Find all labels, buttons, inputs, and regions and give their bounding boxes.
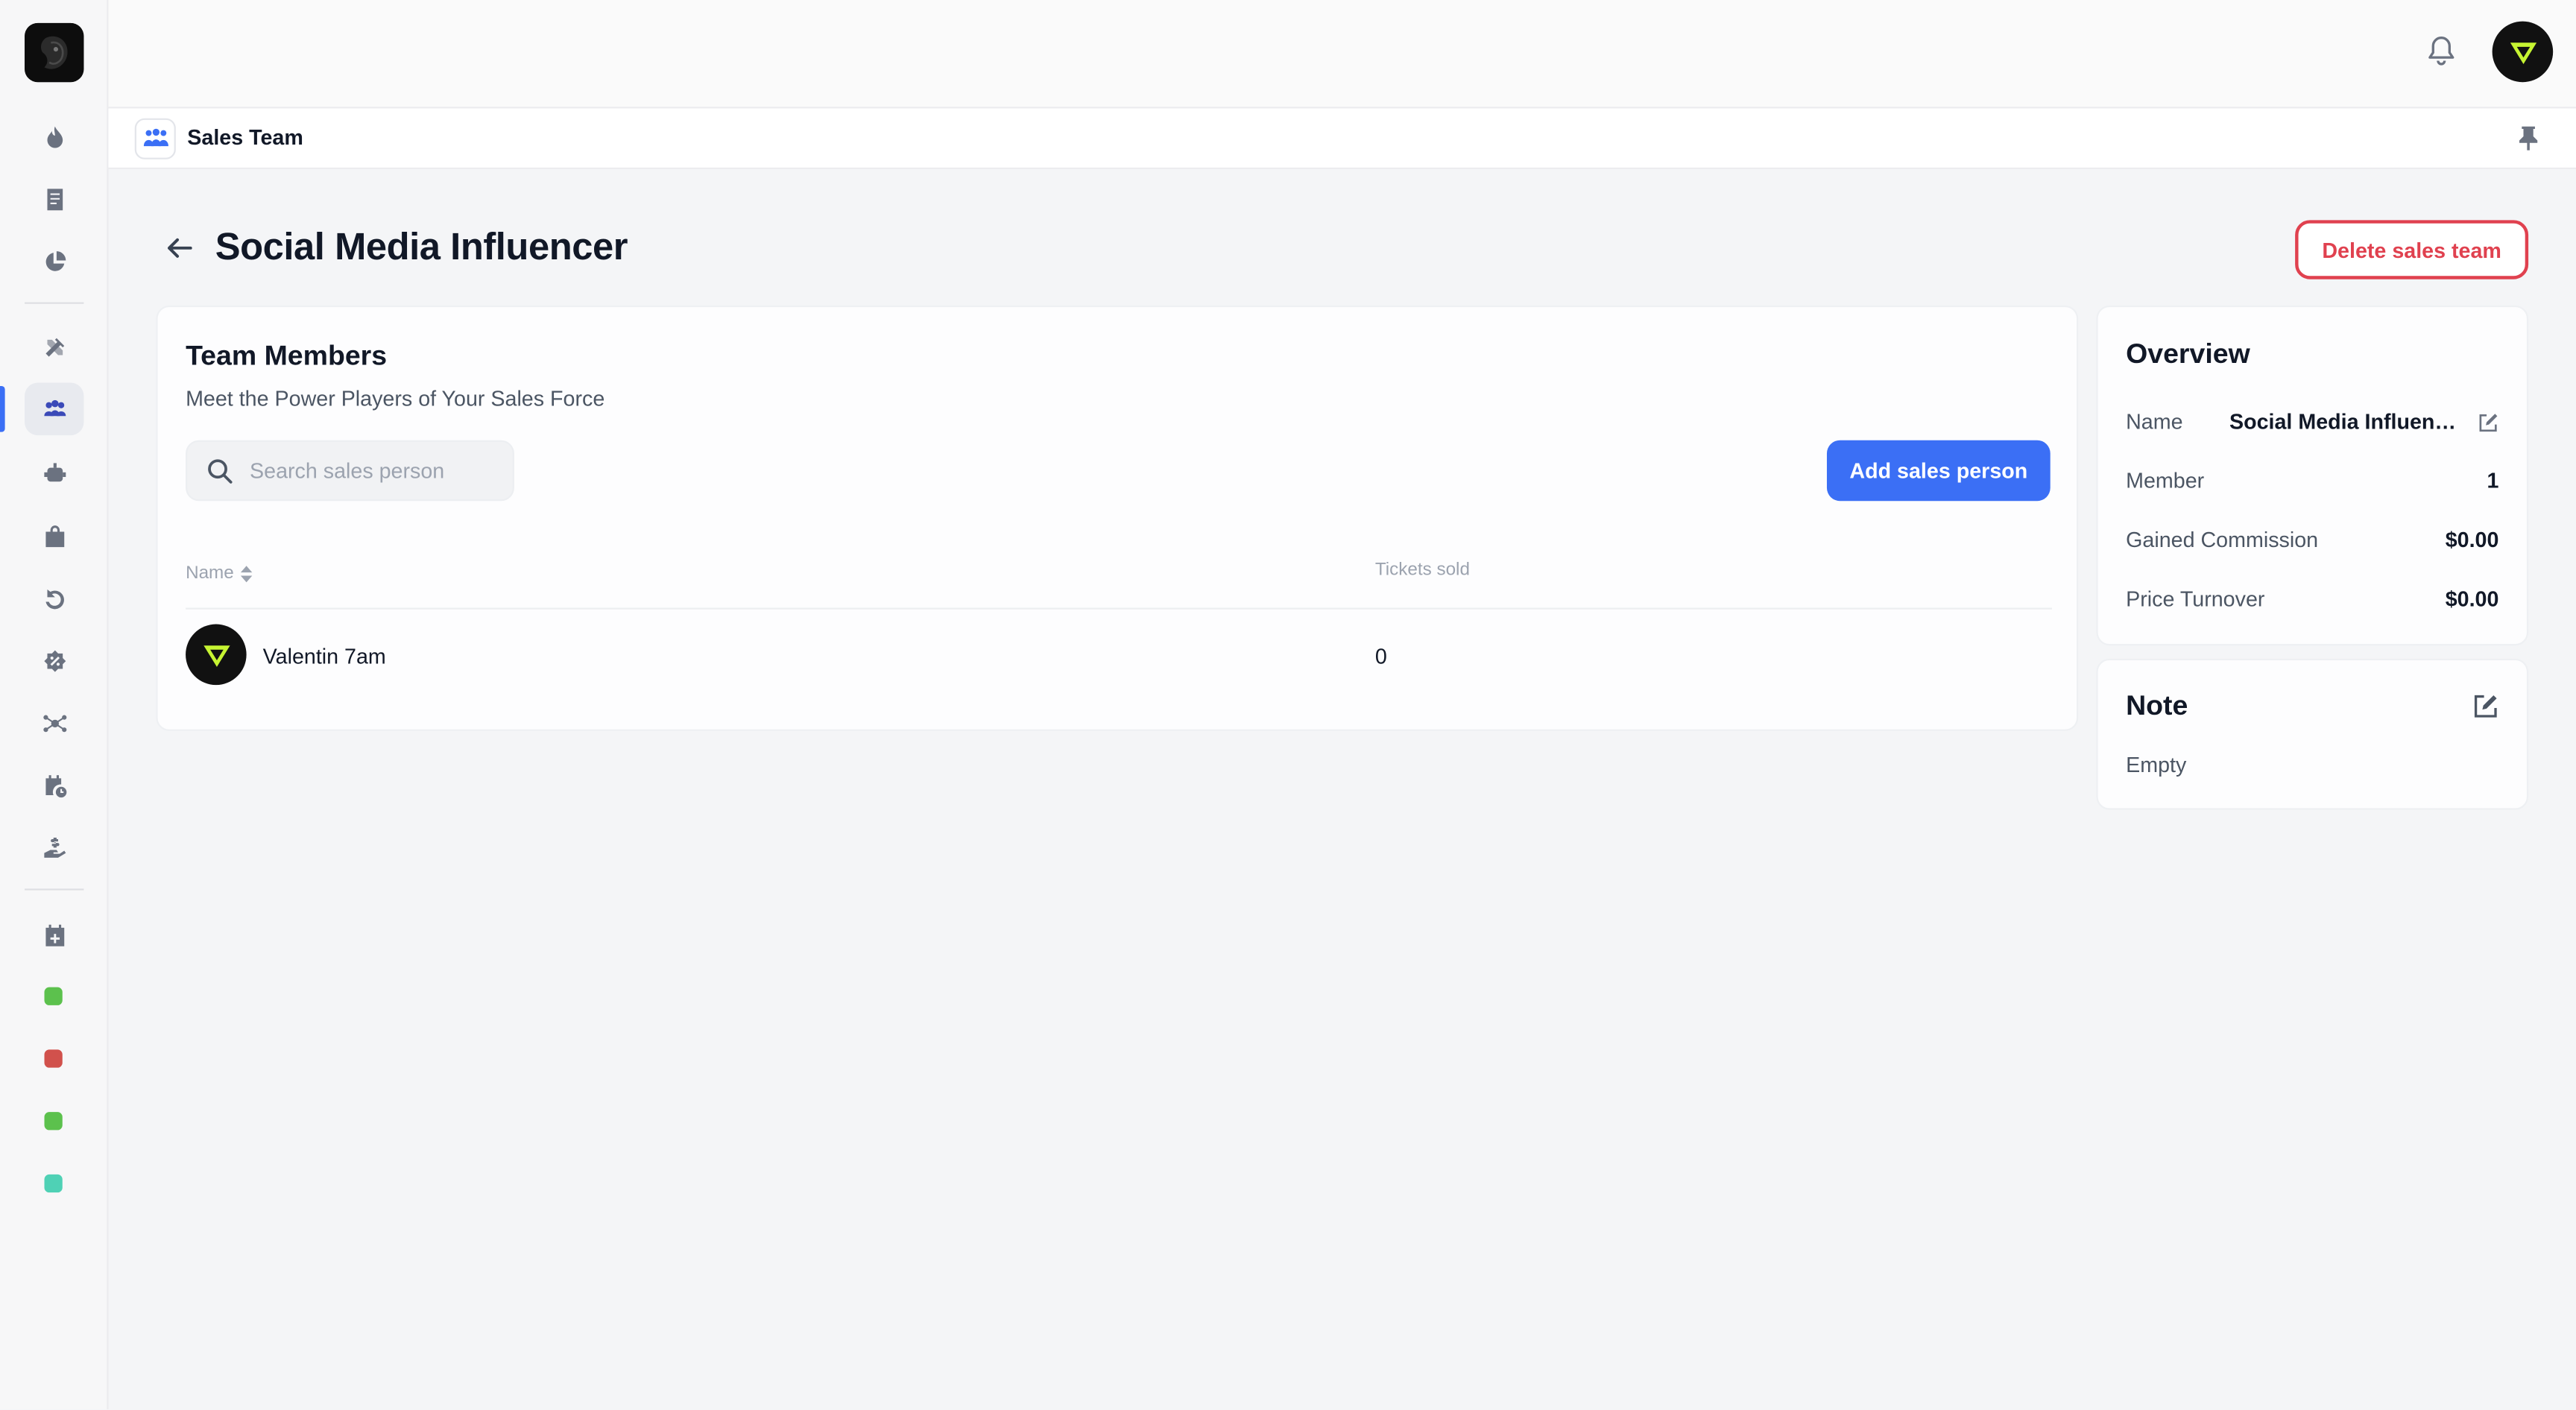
event-color-dot[interactable]	[44, 987, 63, 1005]
top-bar	[108, 0, 2576, 109]
column-header-name[interactable]: Name	[186, 563, 253, 583]
sidebar-item-schedule[interactable]	[25, 759, 83, 812]
team-icon	[142, 128, 168, 147]
member-tickets-sold: 0	[1374, 644, 1387, 669]
event-color-dot[interactable]	[44, 1049, 63, 1068]
team-icon	[43, 399, 66, 416]
active-indicator	[0, 385, 5, 432]
event-color-dot[interactable]	[44, 1112, 63, 1131]
search-icon	[208, 459, 233, 484]
edit-icon[interactable]	[2472, 693, 2498, 719]
fire-icon	[46, 125, 63, 148]
event-color-dot[interactable]	[44, 1174, 63, 1193]
breadcrumb-icon	[134, 118, 176, 159]
undo-icon	[45, 588, 63, 609]
sidebar-item-sales-team[interactable]	[25, 382, 84, 436]
document-icon	[46, 188, 63, 210]
delete-sales-team-button[interactable]: Delete sales team	[2295, 220, 2529, 279]
member-name: Valentin 7am	[262, 644, 386, 669]
sidebar-item-events[interactable]	[25, 908, 83, 961]
table-divider	[186, 607, 2052, 610]
sidebar-divider	[25, 888, 84, 891]
sidebar-item-payouts[interactable]	[25, 821, 83, 874]
back-arrow-icon[interactable]	[164, 235, 194, 261]
search-input[interactable]	[250, 441, 505, 500]
team-members-card: Team Members Meet the Power Players of Y…	[156, 305, 2079, 731]
sidebar-item-integrations[interactable]	[25, 697, 83, 750]
pin-icon[interactable]	[2517, 125, 2540, 151]
overview-name-value: Social Media Influencer	[2229, 408, 2460, 434]
sidebar-item-orders[interactable]	[25, 172, 83, 225]
column-header-tickets[interactable]: Tickets sold	[1375, 560, 1470, 580]
calendar-add-icon	[45, 923, 64, 946]
calendar-clock-icon	[45, 774, 66, 797]
pie-chart-icon	[45, 250, 66, 271]
sidebar-divider	[25, 302, 84, 304]
overview-title: Overview	[2126, 338, 2250, 370]
note-title: Note	[2126, 689, 2188, 721]
member-avatar	[186, 624, 247, 686]
sidebar-item-discounts[interactable]	[25, 634, 83, 687]
robot-icon	[43, 462, 66, 481]
sidebar-item-refunds[interactable]	[25, 572, 83, 625]
edit-icon[interactable]	[2478, 412, 2499, 434]
note-text: Empty	[2126, 752, 2187, 777]
sidebar-item-dashboard[interactable]	[25, 110, 83, 163]
sidebar-item-analytics[interactable]	[25, 235, 83, 288]
sidebar-item-products[interactable]	[25, 509, 83, 562]
overview-member-label: Member	[2126, 468, 2205, 493]
sidebar	[0, 0, 109, 1410]
search-box	[186, 440, 514, 502]
column-header-name-label: Name	[186, 563, 234, 584]
overview-card: Overview Name Social Media Influencer Me…	[2096, 305, 2529, 646]
note-card: Note Empty	[2096, 658, 2529, 810]
sort-icon	[241, 565, 253, 582]
network-icon	[42, 714, 66, 732]
hand-money-icon	[43, 836, 66, 857]
discount-icon	[43, 649, 66, 671]
team-members-title: Team Members	[186, 340, 388, 372]
brand-v-icon	[203, 645, 230, 666]
page-title: Social Media Influencer	[215, 224, 628, 268]
add-sales-person-button[interactable]: Add sales person	[1826, 440, 2051, 502]
bag-icon	[45, 525, 64, 547]
team-members-subtitle: Meet the Power Players of Your Sales For…	[186, 385, 605, 411]
breadcrumb: Sales Team	[108, 108, 2576, 170]
tools-icon	[45, 337, 64, 356]
overview-commission-value: $0.00	[2445, 527, 2499, 552]
bell-icon[interactable]	[2426, 34, 2456, 67]
sidebar-item-automation[interactable]	[25, 447, 83, 500]
overview-turnover-value: $0.00	[2445, 586, 2499, 611]
app-logo[interactable]	[25, 22, 84, 83]
user-avatar[interactable]	[2492, 21, 2554, 83]
overview-turnover-label: Price Turnover	[2126, 586, 2265, 611]
overview-name-label: Name	[2126, 408, 2183, 434]
brand-v-icon	[2509, 42, 2536, 63]
breadcrumb-label[interactable]: Sales Team	[187, 125, 303, 150]
sidebar-item-tools[interactable]	[25, 320, 83, 373]
overview-commission-label: Gained Commission	[2126, 527, 2319, 552]
overview-member-value: 1	[2487, 468, 2499, 493]
